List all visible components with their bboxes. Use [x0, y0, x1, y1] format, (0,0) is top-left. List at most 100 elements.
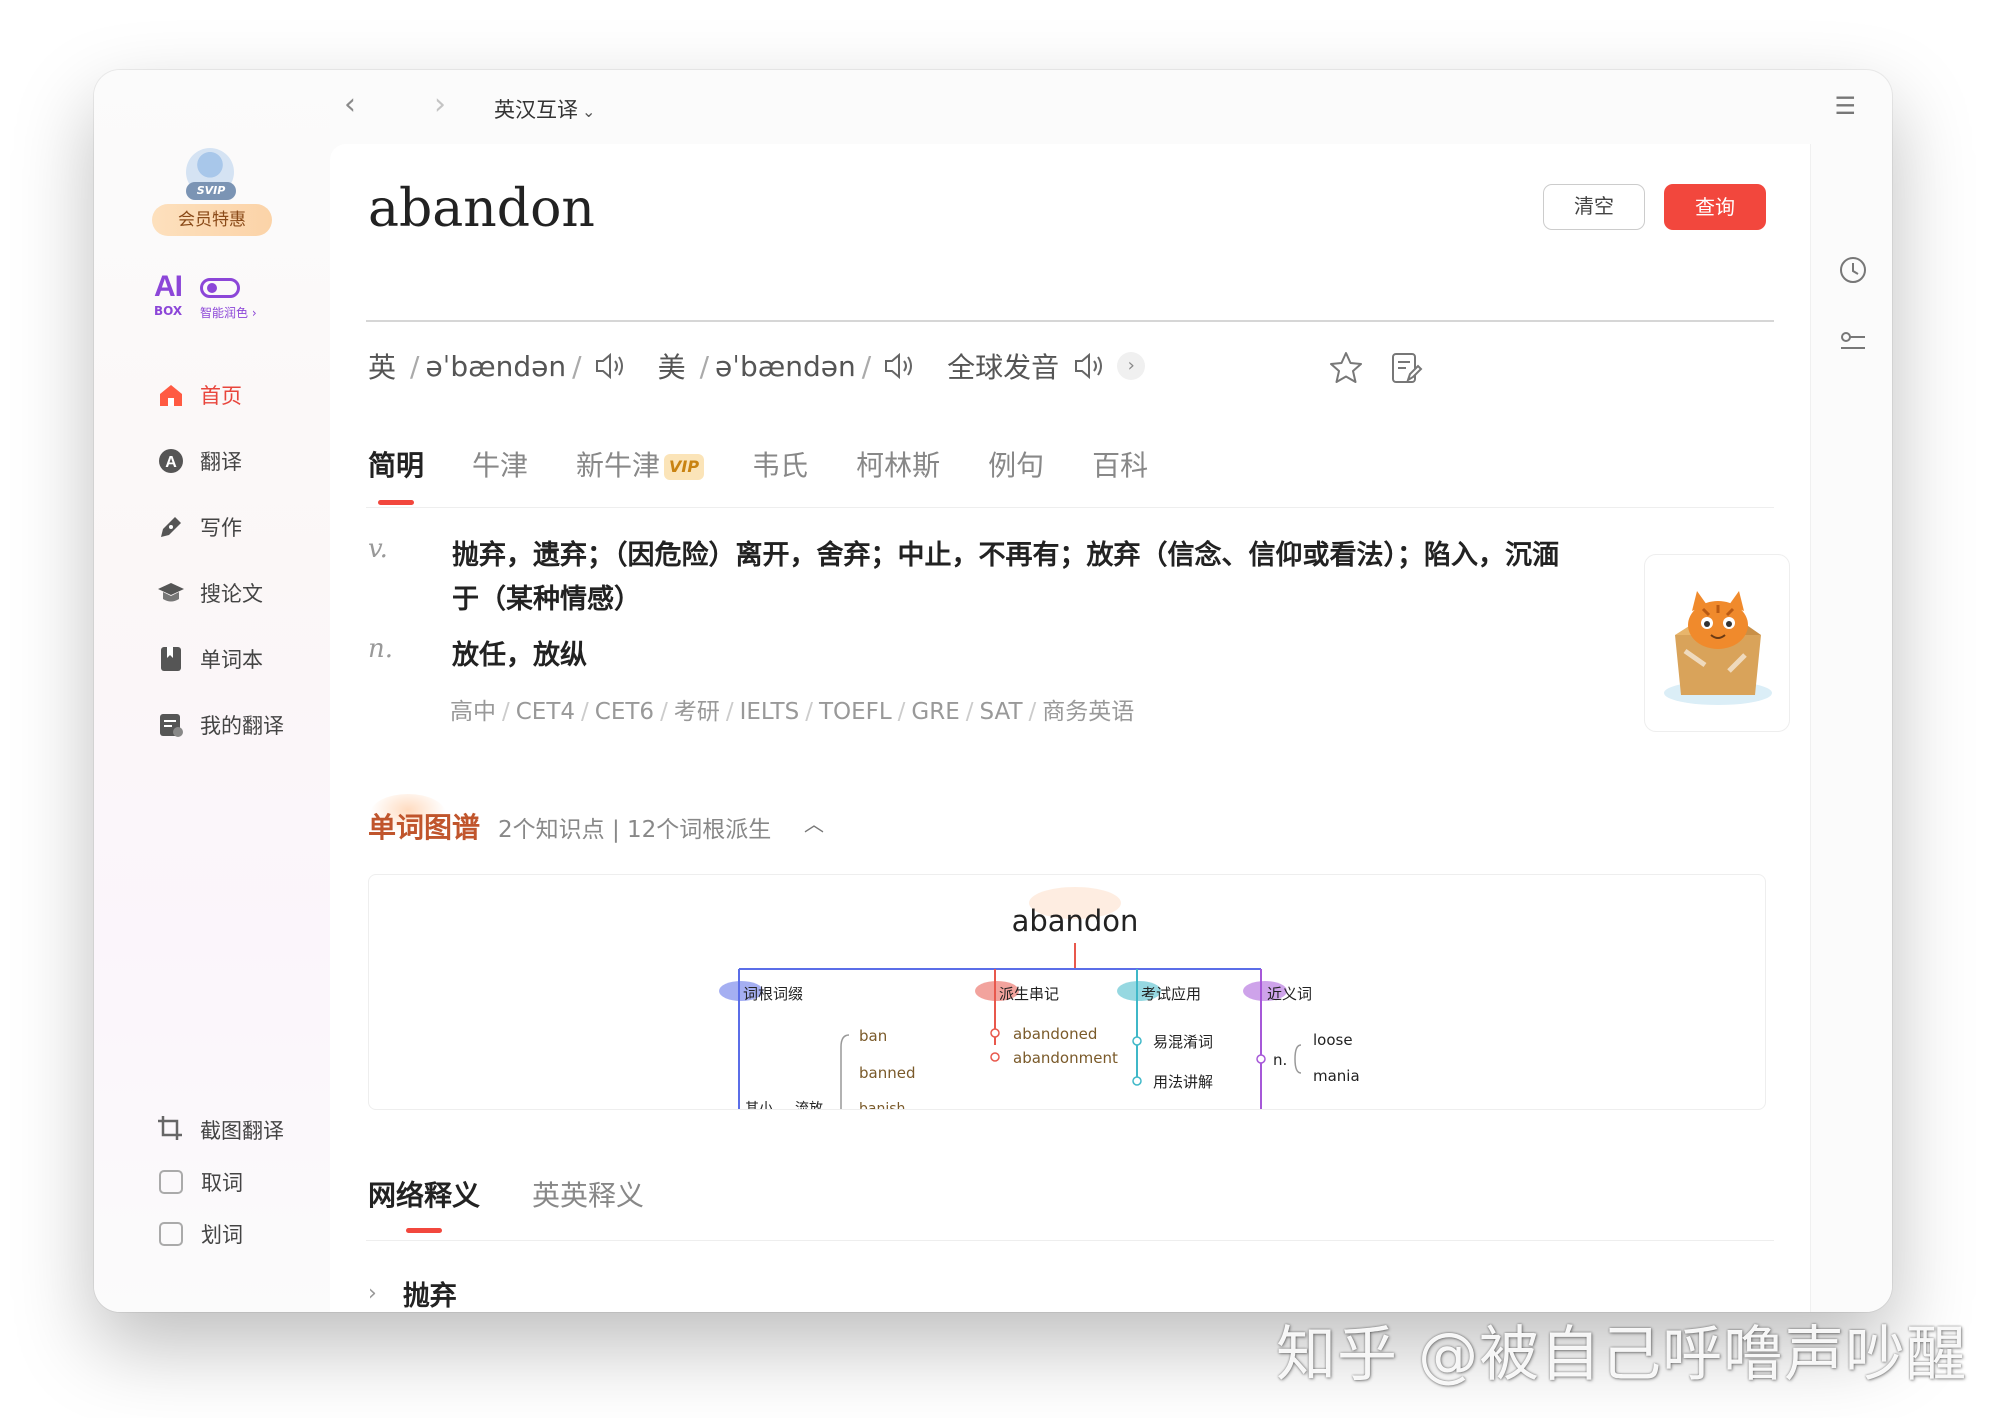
note-edit-icon[interactable] — [1388, 350, 1424, 386]
uk-ipa: əˈbændən — [425, 349, 567, 383]
bracket — [1294, 1044, 1302, 1074]
exam-tag: 考研 — [673, 699, 720, 725]
aibox-logo: AI — [154, 270, 183, 303]
aibox-logo-sub: BOX — [154, 304, 183, 318]
word-graph-diagram: abandon 词根词缀 ban banned 其小 流放 banish 派生串… — [719, 887, 1360, 1110]
slash: / — [572, 349, 582, 383]
clear-button[interactable]: 清空 — [1543, 184, 1645, 230]
sidebar-item-label: 单词本 — [200, 648, 263, 672]
slash: / — [861, 349, 872, 383]
branch-item-clipped: 其小 — [745, 1101, 773, 1110]
sep: / — [660, 699, 668, 725]
bracket — [840, 1034, 850, 1109]
slash: / — [410, 349, 420, 383]
branch-item: 易混淆词 — [1153, 1033, 1213, 1051]
tab-new-oxford[interactable]: 新牛津 VIP — [576, 444, 705, 484]
star-icon[interactable] — [1328, 350, 1364, 386]
tool-label: 划词 — [201, 1223, 243, 1247]
main-panel: 清空 查询 英 / əˈbændən / 美 / əˈbændən / 全球发音… — [330, 144, 1810, 1312]
part-of-speech: n. — [368, 634, 394, 664]
checkbox[interactable] — [159, 1222, 183, 1246]
branch-item-clipped: 流放 — [795, 1101, 823, 1110]
sep: / — [502, 699, 510, 725]
bookmark-icon — [156, 644, 186, 674]
screenshot-translate-button[interactable]: 截图翻译 — [156, 1104, 284, 1156]
settings-sliders-icon[interactable] — [1837, 326, 1869, 358]
sidebar-item-my-translations[interactable]: 我的翻译 — [156, 692, 284, 758]
tab-webster[interactable]: 韦氏 — [752, 444, 808, 484]
query-button[interactable]: 查询 — [1664, 184, 1766, 230]
branch-item: banned — [859, 1064, 915, 1082]
definition-noun: n. 放任，放纵 — [368, 634, 1572, 678]
tab-english-english[interactable]: 英英释义 — [532, 1174, 644, 1214]
sep: / — [805, 699, 813, 725]
web-meaning-text: 抛弃 — [402, 1281, 457, 1312]
definition-verb: v. 抛弃，遗弃；（因危险）离开，舍弃；中止，不再有；放弃（信念、信仰或看法）；… — [368, 534, 1572, 622]
word-illustration[interactable] — [1644, 554, 1790, 732]
aibox-button[interactable]: AI BOX 智能润色 › — [154, 270, 257, 320]
exam-tag: CET6 — [594, 699, 655, 725]
vip-badge: VIP — [664, 454, 705, 480]
branch-item: loose — [1313, 1031, 1353, 1049]
checkbox[interactable] — [159, 1170, 183, 1194]
tab-oxford[interactable]: 牛津 — [472, 444, 528, 484]
tab-concise[interactable]: 简明 — [368, 444, 424, 484]
meaning-tabs: 网络释义 英英释义 — [368, 1174, 696, 1214]
node-dot — [990, 1052, 1000, 1062]
tab-label: 新牛津 — [576, 449, 661, 482]
mode-label: 英汉互译 — [494, 98, 578, 122]
tab-collins[interactable]: 柯林斯 — [856, 444, 940, 484]
sidebar-item-label: 首页 — [200, 384, 242, 408]
global-speaker-icon[interactable] — [1073, 351, 1107, 381]
sidebar-item-translate[interactable]: A 翻译 — [156, 428, 284, 494]
global-pronunciation-label[interactable]: 全球发音 — [947, 346, 1059, 386]
history-icon[interactable] — [1837, 254, 1869, 286]
word-pick-toggle[interactable]: 取词 — [156, 1156, 284, 1208]
sidebar-item-papers[interactable]: 搜论文 — [156, 560, 284, 626]
svg-text:A: A — [165, 454, 177, 471]
us-speaker-icon[interactable] — [883, 351, 917, 381]
text-select-toggle[interactable]: 划词 — [156, 1208, 284, 1260]
exam-tag: IELTS — [739, 699, 800, 725]
tool-label: 截图翻译 — [200, 1119, 284, 1143]
web-meaning-item[interactable]: › 抛弃 — [368, 1274, 457, 1312]
tab-examples[interactable]: 例句 — [988, 444, 1044, 484]
sidebar-item-wordbook[interactable]: 单词本 — [156, 626, 284, 692]
search-underline — [366, 320, 1774, 322]
word-graph-card[interactable]: abandon 词根词缀 ban banned 其小 流放 banish 派生串… — [368, 874, 1766, 1110]
branch-item: ban — [859, 1027, 887, 1045]
uk-speaker-icon[interactable] — [594, 351, 628, 381]
tab-encyclopedia[interactable]: 百科 — [1092, 444, 1148, 484]
back-button[interactable]: ‹ — [344, 90, 356, 120]
watermark: 知乎 @被自己呼噜声吵醒 — [1276, 1320, 1968, 1390]
sidebar-item-home[interactable]: 首页 — [156, 362, 284, 428]
sep: / — [725, 699, 734, 725]
toggle-icon — [200, 278, 240, 298]
branch-item-clipped: banish — [859, 1101, 905, 1110]
definition-text: 抛弃，遗弃；（因危险）离开，舍弃；中止，不再有；放弃（信念、信仰或看法）；陷入，… — [452, 540, 1559, 615]
sidebar-item-label: 写作 — [200, 516, 242, 540]
menu-icon[interactable]: ☰ — [1834, 92, 1856, 120]
sidebar-tools: 截图翻译 取词 划词 — [156, 1104, 284, 1260]
exam-tags: 高中 / CET4/CET6/考研 / IELTS / TOEFL / GRE / SAT / 商务英语 — [450, 692, 1134, 726]
sep: / — [897, 699, 906, 725]
active-tab-indicator — [406, 1228, 442, 1233]
crop-icon — [156, 1114, 186, 1147]
branch-label: 派生串记 — [999, 985, 1059, 1003]
translation-mode-select[interactable]: 英汉互译 ⌄ — [494, 94, 595, 124]
search-input[interactable] — [368, 174, 1468, 244]
branch-item: abandoned — [1013, 1025, 1097, 1043]
sidebar-item-write[interactable]: 写作 — [156, 494, 284, 560]
tab-web-meaning[interactable]: 网络释义 — [368, 1174, 480, 1214]
vip-offer-button[interactable]: 会员特惠 — [152, 204, 272, 236]
uk-label: 英 — [368, 351, 397, 384]
chevron-up-icon[interactable]: ︿ — [804, 808, 824, 837]
divider — [366, 507, 1774, 508]
sidebar: SVIP 会员特惠 AI BOX 智能润色 › 首页 A 翻译 写作 搜论文 单… — [94, 70, 330, 1312]
us-label: 美 — [657, 351, 686, 384]
chevron-right-icon[interactable]: › — [1117, 352, 1146, 380]
exam-tag: TOEFL — [818, 699, 892, 725]
document-icon — [156, 710, 186, 740]
forward-button[interactable]: › — [434, 90, 446, 120]
branch-item: abandonment — [1013, 1049, 1118, 1067]
